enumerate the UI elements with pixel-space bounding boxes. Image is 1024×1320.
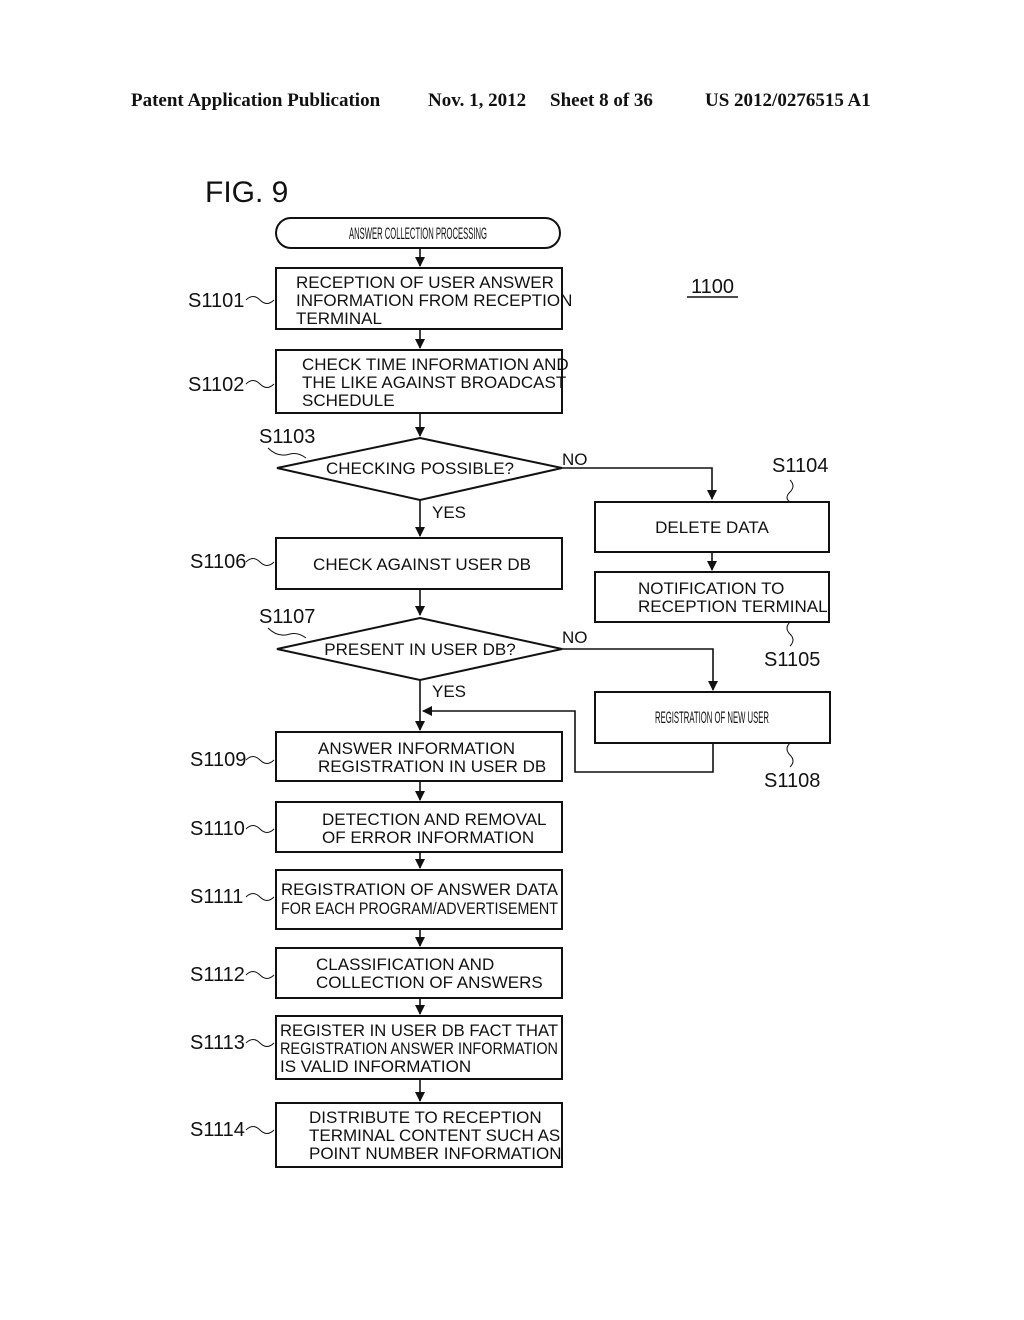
step-s1102: CHECK TIME INFORMATION AND THE LIKE AGAI… <box>275 349 569 414</box>
leader-squiggle <box>245 558 275 566</box>
step-label-s1109: S1109 <box>190 749 246 771</box>
branch-yes-s1107: YES <box>432 682 466 701</box>
svg-text:DELETE DATA: DELETE DATA <box>655 518 769 537</box>
svg-text:POINT NUMBER INFORMATION: POINT NUMBER INFORMATION <box>309 1144 562 1163</box>
step-label-s1111: S1111 <box>190 886 243 908</box>
step-s1108: REGISTRATION OF NEW USER <box>594 691 831 744</box>
svg-text:REGISTRATION ANSWER INFORMATI: REGISTRATION ANSWER INFORMATION <box>280 1039 558 1058</box>
reference-numeral: 1100 <box>691 276 734 298</box>
decision-s1107: PRESENT IN USER DB? <box>276 616 563 682</box>
branch-yes-s1103: YES <box>432 503 466 522</box>
svg-text:THE LIKE AGAINST BROADCAST: THE LIKE AGAINST BROADCAST <box>302 373 566 392</box>
step-s1105: NOTIFICATION TO RECEPTION TERMINAL <box>594 571 830 623</box>
step-label-s1101: S1101 <box>188 290 244 312</box>
leader-squiggle <box>245 825 275 833</box>
svg-text:CHECK AGAINST USER DB: CHECK AGAINST USER DB <box>313 555 531 574</box>
step-label-s1103: S1103 <box>259 426 315 448</box>
step-label-s1113: S1113 <box>190 1032 245 1054</box>
step-label-s1105: S1105 <box>764 649 820 671</box>
svg-text:CHECK TIME INFORMATION AND: CHECK TIME INFORMATION AND <box>302 355 569 374</box>
leader-squiggle <box>245 380 275 388</box>
svg-text:SCHEDULE: SCHEDULE <box>302 391 395 410</box>
start-text: ANSWER COLLECTION PROCESSING <box>349 224 487 243</box>
step-label-s1114: S1114 <box>190 1119 245 1141</box>
step-s1104: DELETE DATA <box>594 501 830 553</box>
svg-text:TERMINAL: TERMINAL <box>296 309 382 328</box>
arrow-s1103-no <box>562 467 717 500</box>
leader-squiggle <box>786 742 794 768</box>
svg-text:CHECKING POSSIBLE?: CHECKING POSSIBLE? <box>326 459 514 478</box>
step-label-s1104: S1104 <box>772 455 828 477</box>
svg-text:FOR EACH PROGRAM/ADVERTISEMENT: FOR EACH PROGRAM/ADVERTISEMENT <box>281 899 558 918</box>
leader-squiggle <box>786 479 794 503</box>
step-s1110: DETECTION AND REMOVAL OF ERROR INFORMATI… <box>275 801 563 853</box>
figure-title: FIG. 9 <box>205 176 288 209</box>
leader-squiggle <box>267 447 307 459</box>
step-s1111: REGISTRATION OF ANSWER DATA FOR EACH PRO… <box>275 869 563 930</box>
leader-squiggle <box>245 296 275 304</box>
svg-text:INFORMATION FROM RECEPTION: INFORMATION FROM RECEPTION <box>296 291 572 310</box>
step-s1101: RECEPTION OF USER ANSWER INFORMATION FRO… <box>275 267 572 330</box>
step-s1114: DISTRIBUTE TO RECEPTION TERMINAL CONTENT… <box>275 1102 563 1168</box>
svg-text:ANSWER INFORMATION: ANSWER INFORMATION <box>318 739 515 758</box>
svg-text:DETECTION AND REMOVAL: DETECTION AND REMOVAL <box>322 810 547 829</box>
flowchart: FIG. 9 1100 ANSWER COLLECTION PROCESSING… <box>188 176 831 1168</box>
svg-text:COLLECTION OF ANSWERS: COLLECTION OF ANSWERS <box>316 973 543 992</box>
step-s1106: CHECK AGAINST USER DB <box>275 537 563 590</box>
step-s1109: ANSWER INFORMATION REGISTRATION IN USER … <box>275 731 563 782</box>
branch-no-s1107: NO <box>562 628 588 647</box>
start-terminal: ANSWER COLLECTION PROCESSING <box>275 217 561 249</box>
leader-squiggle <box>245 1126 275 1134</box>
svg-text:IS VALID INFORMATION: IS VALID INFORMATION <box>280 1057 471 1076</box>
leader-squiggle <box>786 621 794 647</box>
svg-text:RECEPTION OF USER ANSWER: RECEPTION OF USER ANSWER <box>296 273 554 292</box>
step-s1112: CLASSIFICATION AND COLLECTION OF ANSWERS <box>275 947 563 999</box>
step-label-s1110: S1110 <box>190 818 245 840</box>
svg-text:REGISTRATION IN USER DB: REGISTRATION IN USER DB <box>318 757 546 776</box>
step-label-s1102: S1102 <box>188 374 244 396</box>
leader-squiggle <box>267 627 307 639</box>
svg-text:PRESENT IN USER DB?: PRESENT IN USER DB? <box>324 640 515 659</box>
step-label-s1108: S1108 <box>764 770 820 792</box>
arrow-s1107-no <box>562 648 718 691</box>
leader-squiggle <box>245 1039 275 1047</box>
svg-text:TERMINAL CONTENT SUCH AS: TERMINAL CONTENT SUCH AS <box>309 1126 560 1145</box>
svg-text:DISTRIBUTE TO RECEPTION: DISTRIBUTE TO RECEPTION <box>309 1108 542 1127</box>
branch-no-s1103: NO <box>562 450 588 469</box>
svg-text:NOTIFICATION TO: NOTIFICATION TO <box>638 579 784 598</box>
svg-text:CLASSIFICATION AND: CLASSIFICATION AND <box>316 955 494 974</box>
leader-squiggle <box>245 756 275 764</box>
leader-squiggle <box>245 893 275 901</box>
svg-text:OF ERROR INFORMATION: OF ERROR INFORMATION <box>322 828 534 847</box>
step-label-s1112: S1112 <box>190 964 245 986</box>
decision-s1103: CHECKING POSSIBLE? <box>276 436 563 502</box>
step-label-s1106: S1106 <box>190 551 246 573</box>
svg-text:RECEPTION TERMINAL: RECEPTION TERMINAL <box>638 597 828 616</box>
svg-text:REGISTRATION OF NEW USER: REGISTRATION OF NEW USER <box>655 708 769 727</box>
step-s1113: REGISTER IN USER DB FACT THAT REGISTRATI… <box>275 1015 563 1080</box>
svg-text:REGISTRATION OF ANSWER DATA: REGISTRATION OF ANSWER DATA <box>281 880 559 899</box>
leader-squiggle <box>245 971 275 979</box>
step-label-s1107: S1107 <box>259 606 315 628</box>
svg-text:REGISTER IN USER DB FACT THAT: REGISTER IN USER DB FACT THAT <box>280 1021 558 1040</box>
